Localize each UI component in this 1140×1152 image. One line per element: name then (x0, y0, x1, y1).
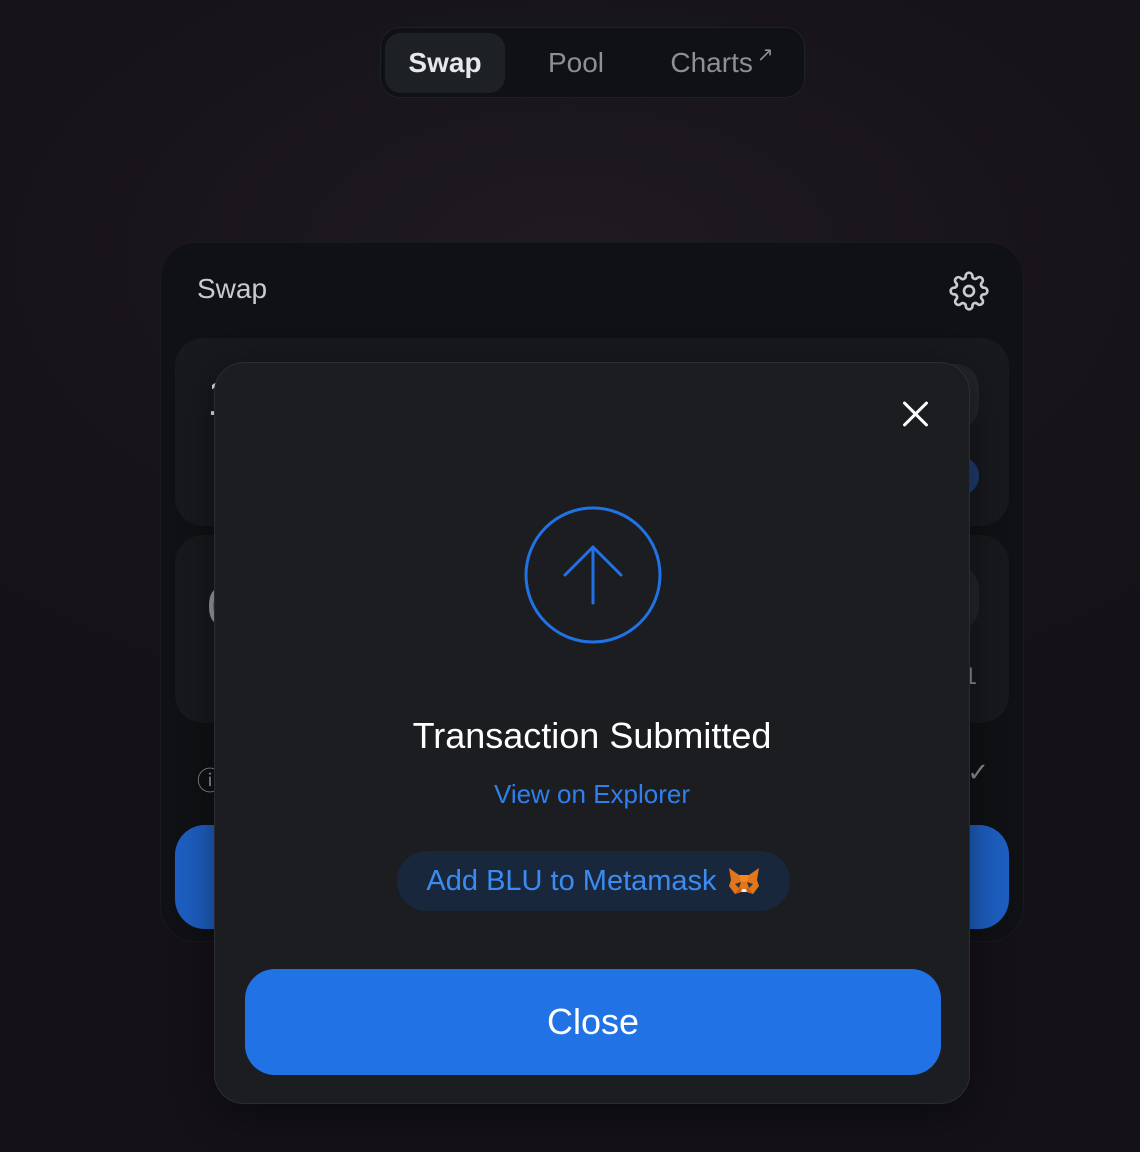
add-token-to-metamask-button[interactable]: Add BLU to Metamask (397, 851, 790, 911)
check-icon: ✓ (967, 757, 989, 787)
close-icon[interactable] (899, 397, 933, 431)
view-on-explorer-link[interactable]: View on Explorer (215, 779, 969, 810)
tab-swap[interactable]: Swap (385, 32, 505, 93)
tab-charts[interactable]: Charts ↗ (647, 33, 797, 93)
modal-title: Transaction Submitted (412, 715, 772, 756)
tab-pool-label: Pool (547, 46, 605, 78)
gear-icon[interactable] (949, 271, 989, 311)
tab-charts-label: Charts (670, 46, 753, 78)
transaction-modal: Transaction Submitted View on Explorer A… (214, 362, 970, 1104)
external-link-icon: ↗ (756, 44, 774, 66)
tab-swap-label: Swap (408, 46, 482, 78)
close-button-label: Close (546, 1001, 640, 1042)
tab-pool[interactable]: Pool (505, 33, 647, 93)
metamask-fox-icon (728, 868, 759, 894)
close-button[interactable]: Close (245, 969, 941, 1075)
page: Swap Pool Charts ↗ Swap 1 0 1 ⓘ ✓ (0, 0, 1140, 1152)
swap-card-title: Swap (197, 273, 268, 304)
add-token-label: Add BLU to Metamask (426, 864, 717, 897)
arrow-up-circle-icon (524, 506, 662, 644)
top-nav: Swap Pool Charts ↗ (380, 27, 805, 98)
